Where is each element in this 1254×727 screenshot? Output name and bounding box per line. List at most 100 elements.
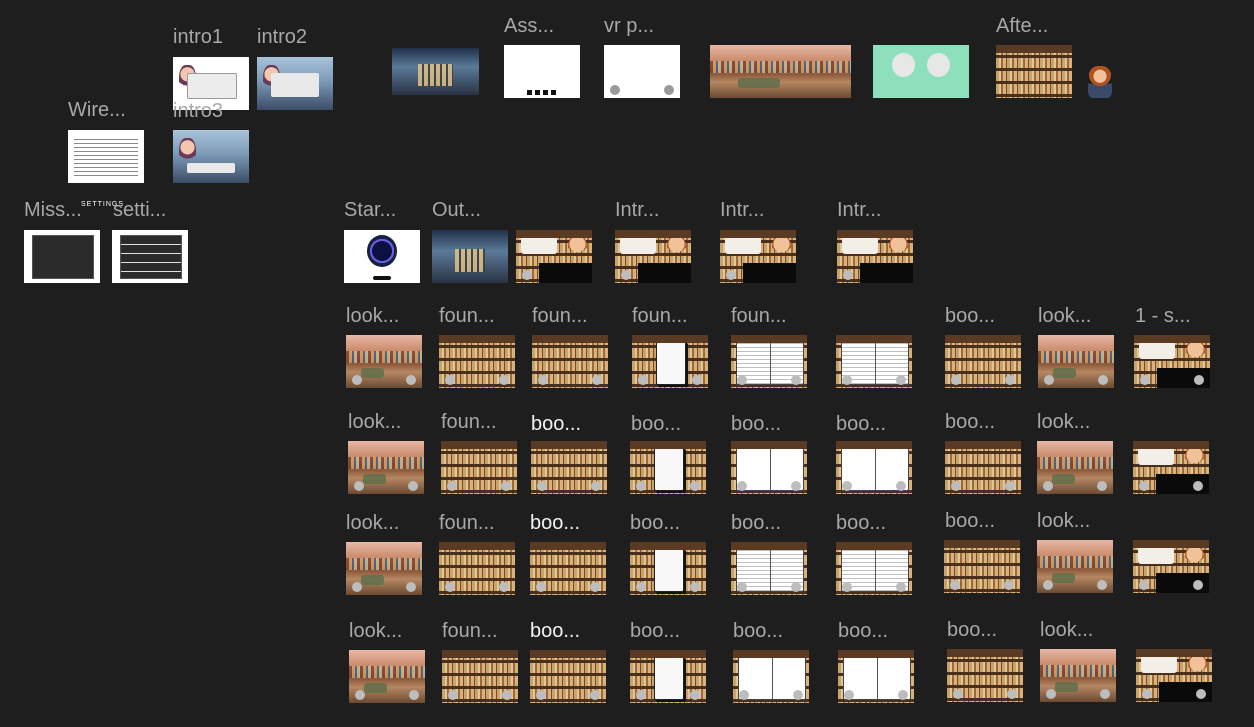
frame-label[interactable]: boo... bbox=[731, 512, 781, 534]
frame-look[interactable] bbox=[348, 441, 424, 494]
frame-look[interactable] bbox=[1037, 540, 1113, 593]
frame-mission[interactable] bbox=[24, 230, 100, 283]
frame-label-wire[interactable]: Wire... bbox=[68, 99, 126, 121]
frame-intro-dialog-2[interactable] bbox=[615, 230, 691, 283]
frame-label[interactable]: look... bbox=[1040, 619, 1093, 641]
frame-label[interactable]: boo... bbox=[630, 620, 680, 642]
frame-label-intro2[interactable]: intro2 bbox=[257, 26, 307, 48]
frame-book[interactable] bbox=[630, 542, 706, 595]
frame-label[interactable]: boo... bbox=[836, 413, 886, 435]
frame-label[interactable]: boo... bbox=[838, 620, 888, 642]
frame-start[interactable] bbox=[344, 230, 420, 283]
frame-look[interactable] bbox=[346, 335, 422, 388]
frame-quiz[interactable] bbox=[1133, 441, 1209, 494]
frame-label[interactable]: boo... bbox=[531, 413, 581, 435]
frame-book[interactable] bbox=[731, 441, 807, 494]
frame-label[interactable]: look... bbox=[349, 620, 402, 642]
frame-label[interactable]: boo... bbox=[731, 413, 781, 435]
frame-label[interactable]: look... bbox=[346, 305, 399, 327]
frame-book[interactable] bbox=[945, 441, 1021, 494]
frame-label[interactable]: foun... bbox=[439, 305, 495, 327]
frame-look[interactable] bbox=[349, 650, 425, 703]
frame-found[interactable] bbox=[441, 441, 517, 494]
frame-label[interactable]: foun... bbox=[632, 305, 688, 327]
frame-look[interactable] bbox=[1040, 649, 1116, 702]
frame-label[interactable]: look... bbox=[346, 512, 399, 534]
frame-label[interactable]: boo... bbox=[530, 620, 580, 642]
frame-found[interactable] bbox=[632, 335, 708, 388]
frame-label-settings[interactable]: setti... bbox=[113, 199, 166, 221]
frame-book[interactable] bbox=[944, 540, 1020, 593]
frame-label[interactable]: look... bbox=[348, 411, 401, 433]
frame-label[interactable]: 1 - s... bbox=[1135, 305, 1191, 327]
frame-label-vr[interactable]: vr p... bbox=[604, 15, 654, 37]
frame-label-intro1[interactable]: intro1 bbox=[173, 26, 223, 48]
frame-quiz[interactable] bbox=[1136, 649, 1212, 702]
frame-look[interactable] bbox=[1038, 335, 1114, 388]
frame-label[interactable]: boo... bbox=[733, 620, 783, 642]
frame-label-start[interactable]: Star... bbox=[344, 199, 396, 221]
frame-label[interactable]: foun... bbox=[442, 620, 498, 642]
frame-found[interactable] bbox=[442, 650, 518, 703]
frame-book[interactable] bbox=[530, 650, 606, 703]
frame-after[interactable] bbox=[996, 45, 1072, 98]
frame-label-intr-c[interactable]: Intr... bbox=[837, 199, 881, 221]
frame-book-content[interactable] bbox=[836, 335, 912, 388]
frame-assessment[interactable] bbox=[504, 45, 580, 98]
frame-label-intr-a[interactable]: Intr... bbox=[615, 199, 659, 221]
frame-found[interactable] bbox=[731, 335, 807, 388]
frame-controllers-guide[interactable] bbox=[873, 45, 969, 98]
frame-outside[interactable] bbox=[432, 230, 508, 283]
frame-look[interactable] bbox=[346, 542, 422, 595]
frame-label[interactable]: look... bbox=[1038, 305, 1091, 327]
frame-look[interactable] bbox=[1037, 441, 1113, 494]
frame-intro2[interactable] bbox=[257, 57, 333, 110]
frame-label[interactable]: boo... bbox=[631, 413, 681, 435]
frame-book[interactable] bbox=[530, 542, 606, 595]
frame-book[interactable] bbox=[733, 650, 809, 703]
frame-entrance[interactable] bbox=[392, 48, 479, 95]
frame-label[interactable]: foun... bbox=[441, 411, 497, 433]
frame-label[interactable]: boo... bbox=[630, 512, 680, 534]
frame-library-wide[interactable] bbox=[710, 45, 851, 98]
frame-label-intro3[interactable]: intro3 bbox=[173, 100, 223, 122]
frame-intro-dialog-3[interactable] bbox=[720, 230, 796, 283]
frame-label-intr-b[interactable]: Intr... bbox=[720, 199, 764, 221]
character-icon[interactable] bbox=[1088, 66, 1112, 98]
frame-book[interactable] bbox=[836, 441, 912, 494]
frame-found[interactable] bbox=[439, 335, 515, 388]
frame-label-out[interactable]: Out... bbox=[432, 199, 481, 221]
frame-wireframe[interactable] bbox=[68, 130, 144, 183]
frame-intro-dialog-4[interactable] bbox=[837, 230, 913, 283]
frame-label-after[interactable]: Afte... bbox=[996, 15, 1048, 37]
frame-label[interactable]: boo... bbox=[836, 512, 886, 534]
frame-book[interactable] bbox=[630, 650, 706, 703]
frame-vr-prompt[interactable] bbox=[604, 45, 680, 98]
frame-label[interactable]: foun... bbox=[731, 305, 787, 327]
frame-found[interactable] bbox=[532, 335, 608, 388]
frame-label[interactable]: boo... bbox=[945, 305, 995, 327]
frame-label[interactable]: look... bbox=[1037, 411, 1090, 433]
frame-label-ass[interactable]: Ass... bbox=[504, 15, 554, 37]
frame-label[interactable]: foun... bbox=[439, 512, 495, 534]
frame-intro3[interactable] bbox=[173, 130, 249, 183]
frame-label[interactable]: look... bbox=[1037, 510, 1090, 532]
frame-found[interactable] bbox=[439, 542, 515, 595]
frame-book[interactable] bbox=[945, 335, 1021, 388]
frame-book[interactable] bbox=[836, 542, 912, 595]
frame-intro-dialog-1[interactable] bbox=[516, 230, 592, 283]
frame-label[interactable]: boo... bbox=[945, 411, 995, 433]
frame-book[interactable] bbox=[947, 649, 1023, 702]
frame-settings[interactable] bbox=[112, 230, 188, 283]
frame-label[interactable]: foun... bbox=[532, 305, 588, 327]
frame-book[interactable] bbox=[630, 441, 706, 494]
frame-book[interactable] bbox=[531, 441, 607, 494]
frame-book[interactable] bbox=[731, 542, 807, 595]
frame-label[interactable]: boo... bbox=[530, 512, 580, 534]
frame-quiz[interactable] bbox=[1133, 540, 1209, 593]
frame-label-miss[interactable]: Miss... bbox=[24, 199, 82, 221]
frame-label[interactable]: boo... bbox=[947, 619, 997, 641]
frame-quiz[interactable] bbox=[1134, 335, 1210, 388]
frame-book[interactable] bbox=[838, 650, 914, 703]
frame-label[interactable]: boo... bbox=[945, 510, 995, 532]
